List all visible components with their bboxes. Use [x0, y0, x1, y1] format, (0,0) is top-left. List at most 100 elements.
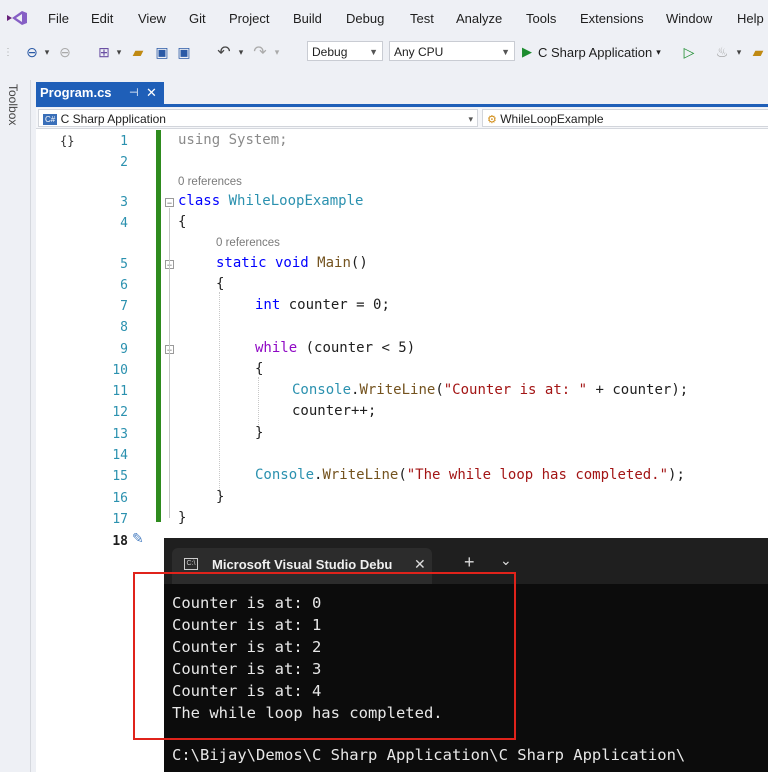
- keyword: int: [255, 297, 281, 313]
- redo-icon[interactable]: ↷: [250, 42, 270, 62]
- line-number: 13: [112, 427, 128, 442]
- menu-bar: File Edit View Git Project Build Debug T…: [0, 0, 768, 36]
- toolbar: ⋮ ⊖ ▾ ⊖ ⊞ ▾ ▰ ▣ ▣ ↶ ▾ ↷ ▾ Debug ▼ Any CP…: [0, 36, 768, 68]
- string-literal: "Counter is at: ": [443, 382, 588, 398]
- save-icon[interactable]: ▣: [152, 42, 172, 62]
- project-dropdown-value: C Sharp Application: [60, 112, 166, 126]
- start-without-debugging-icon[interactable]: ▷: [680, 42, 698, 62]
- class-name: WhileLoopExample: [220, 193, 364, 209]
- code-line-17: }: [178, 510, 187, 526]
- string-literal: "The while loop has completed.": [406, 467, 669, 483]
- code-line-3: class WhileLoopExample: [178, 193, 363, 209]
- menu-project[interactable]: Project: [229, 11, 269, 26]
- menu-help[interactable]: Help: [737, 11, 764, 26]
- hot-reload-icon[interactable]: ♨: [712, 42, 732, 62]
- line-number: 17: [112, 512, 128, 527]
- type-dropdown[interactable]: ⚙ WhileLoopExample: [482, 109, 768, 127]
- code-line-5: static void Main(): [216, 255, 368, 271]
- console-tab-title: Microsoft Visual Studio Debu: [212, 557, 393, 572]
- menu-build[interactable]: Build: [293, 11, 322, 26]
- collapse-icon[interactable]: −: [165, 198, 174, 208]
- line-number: 1: [120, 134, 128, 149]
- toolbox-tab[interactable]: Toolbox: [6, 84, 20, 125]
- line-number: 2: [120, 155, 128, 170]
- line-number: 15: [112, 469, 128, 484]
- close-tab-icon[interactable]: ✕: [146, 82, 157, 104]
- keyword: static: [216, 255, 267, 271]
- menu-file[interactable]: File: [48, 11, 69, 26]
- code-line-11: Console.WriteLine("Counter is at: " + co…: [292, 382, 688, 398]
- statement: );: [668, 467, 685, 483]
- new-tab-icon[interactable]: +: [464, 552, 475, 573]
- keyword: void: [266, 255, 309, 271]
- toolbar-overflow-icon[interactable]: ▰: [750, 42, 766, 62]
- undo-icon[interactable]: ↶: [214, 42, 234, 62]
- quick-actions-brush-icon[interactable]: ✎: [132, 530, 144, 547]
- codelens-references[interactable]: 0 references: [216, 237, 280, 249]
- method-name: WriteLine: [359, 382, 436, 398]
- line-number: 8: [120, 320, 128, 335]
- close-tab-icon[interactable]: ✕: [414, 556, 426, 573]
- visual-studio-logo-icon[interactable]: [6, 10, 28, 26]
- tab-program-cs[interactable]: Program.cs ⊣ ✕: [36, 82, 164, 104]
- project-dropdown[interactable]: C# C Sharp Application ▾: [38, 109, 478, 127]
- type-name: Console: [292, 382, 352, 398]
- type-dropdown-value: WhileLoopExample: [500, 112, 604, 126]
- back-icon[interactable]: ⊖: [22, 42, 42, 62]
- menu-test[interactable]: Test: [410, 11, 434, 26]
- line-number: 3: [120, 195, 128, 210]
- pin-tab-icon[interactable]: ⊣: [129, 82, 139, 104]
- type-name: Console: [255, 467, 315, 483]
- line-number: 12: [112, 405, 128, 420]
- menu-window[interactable]: Window: [666, 11, 712, 26]
- codelens-references[interactable]: 0 references: [178, 176, 242, 188]
- code-line-15: Console.WriteLine("The while loop has co…: [255, 467, 685, 483]
- fold-guide: [169, 208, 170, 518]
- code-line-10: {: [255, 361, 264, 377]
- menu-tools[interactable]: Tools: [526, 11, 556, 26]
- method-name: WriteLine: [322, 467, 399, 483]
- menu-debug[interactable]: Debug: [346, 11, 384, 26]
- menu-edit[interactable]: Edit: [91, 11, 113, 26]
- line-number-current: 18: [112, 534, 128, 549]
- line-number: 4: [120, 216, 128, 231]
- menu-extensions[interactable]: Extensions: [580, 11, 644, 26]
- play-icon: ▶: [522, 44, 532, 59]
- line-number: 14: [112, 448, 128, 463]
- class-icon: ⚙: [487, 114, 497, 126]
- save-all-icon[interactable]: ▣: [174, 42, 194, 62]
- punctuation: (: [435, 382, 444, 398]
- chevron-down-icon: ▾: [656, 46, 661, 57]
- console-path-line: C:\Bijay\Demos\C Sharp Application\C Sha…: [172, 746, 686, 764]
- highlight-annotation-box: [133, 572, 516, 740]
- line-number: 5: [120, 257, 128, 272]
- solution-configuration-dropdown[interactable]: Debug ▼: [307, 41, 383, 61]
- menu-analyze[interactable]: Analyze: [456, 11, 502, 26]
- hot-reload-dropdown-icon[interactable]: ▾: [734, 42, 744, 62]
- change-tracking-bar: [156, 130, 161, 522]
- solution-platform-value: Any CPU: [394, 45, 444, 59]
- back-dropdown-icon[interactable]: ▾: [42, 42, 52, 62]
- redo-dropdown-icon[interactable]: ▾: [272, 42, 282, 62]
- code-line-7: int counter = 0;: [255, 297, 390, 313]
- solution-platform-dropdown[interactable]: Any CPU ▼: [389, 41, 515, 61]
- chevron-down-icon[interactable]: ⌄: [500, 552, 512, 569]
- open-file-icon[interactable]: ▰: [128, 42, 148, 62]
- chevron-down-icon: ▼: [369, 47, 378, 57]
- keyword: while: [255, 340, 298, 356]
- new-item-dropdown-icon[interactable]: ▾: [114, 42, 124, 62]
- undo-dropdown-icon[interactable]: ▾: [236, 42, 246, 62]
- line-number: 10: [112, 363, 128, 378]
- start-debugging-button[interactable]: ▶ C Sharp Application ▾: [522, 42, 661, 62]
- punctuation: (): [350, 255, 368, 271]
- menu-view[interactable]: View: [138, 11, 166, 26]
- statement: counter = 0;: [280, 297, 390, 313]
- forward-icon[interactable]: ⊖: [56, 42, 74, 62]
- new-item-icon[interactable]: ⊞: [94, 42, 114, 62]
- code-line-13: }: [255, 425, 264, 441]
- scope-indicator-icon: {}: [60, 134, 75, 148]
- punctuation: (: [398, 467, 407, 483]
- method-name: Main: [308, 255, 351, 271]
- menu-git[interactable]: Git: [189, 11, 206, 26]
- tab-underline: [36, 104, 768, 107]
